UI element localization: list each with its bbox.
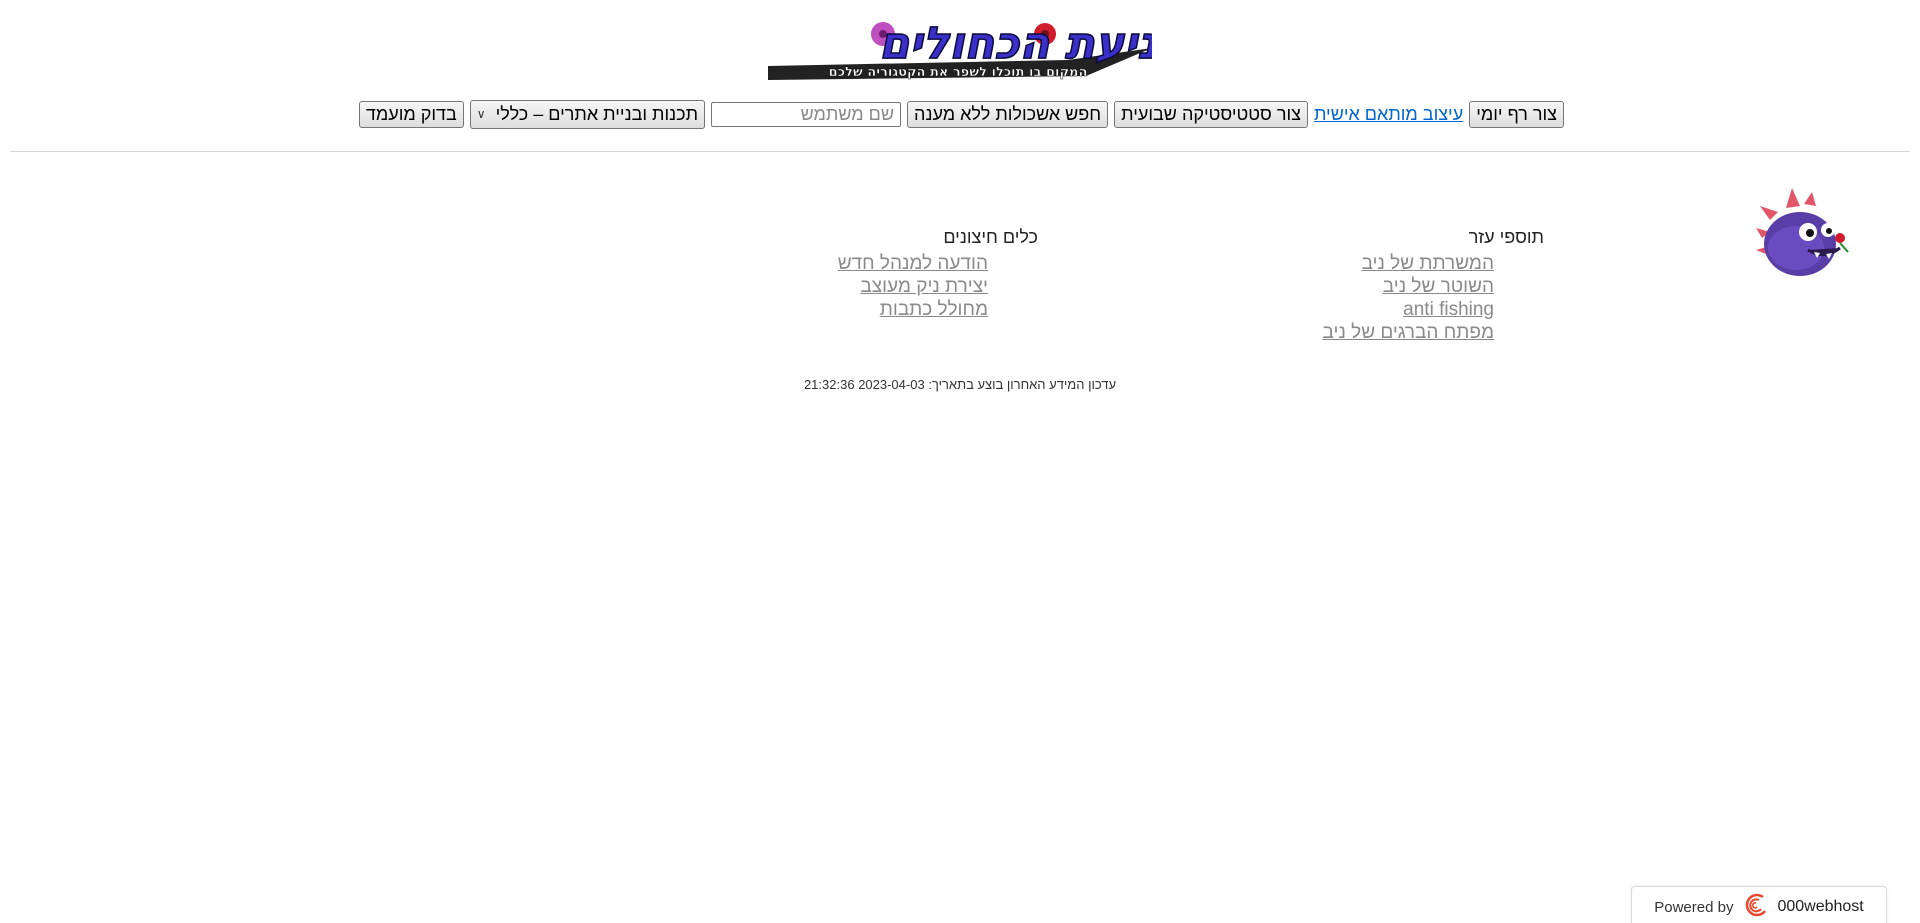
list-item: הודעה למנהל חדש — [780, 252, 988, 275]
tool-link-nick-creator[interactable]: יצירת ניק מעוצב — [860, 276, 988, 297]
last-update-text: עדכון המידע האחרון בוצע בתאריך: 2023-04-… — [700, 377, 1220, 392]
helper-link-servant[interactable]: המשרתת של ניב — [1362, 253, 1494, 274]
helper-link-wrench[interactable]: מפתח הברגים של ניב — [1323, 322, 1494, 343]
last-update-value: 2023-04-03 21:32:36 — [803, 377, 925, 392]
tool-link-article-generator[interactable]: מחולל כתבות — [880, 299, 988, 320]
powered-by-brand: 000webhost — [1777, 898, 1864, 915]
weekly-stats-button[interactable]: צור סטטיסטיקה שבועית — [1114, 100, 1308, 128]
tool-link-new-admin-message[interactable]: הודעה למנהל חדש — [838, 253, 988, 274]
header-divider — [10, 151, 1910, 152]
list-item: יצירת ניק מעוצב — [780, 275, 988, 298]
unanswered-polls-button[interactable]: חפש אשכולות ללא מענה — [907, 100, 1109, 128]
category-select[interactable]: תכנות ובניית אתרים – כללי ∨ — [469, 99, 706, 129]
logo-tagline: המקום בו תוכלו לשפר את הקטגוריה שלכם — [829, 65, 1088, 80]
external-tools-list: הודעה למנהל חדש יצירת ניק מעוצב מחולל כת… — [780, 252, 988, 321]
custom-design-link[interactable]: עיצוב מותאם אישית — [1314, 104, 1463, 125]
helper-link-anti-fishing[interactable]: anti fishing — [1403, 299, 1494, 320]
last-update-label: עדכון המידע האחרון בוצע בתאריך: — [928, 377, 1117, 392]
daily-graph-button[interactable]: צור רף יומי — [1469, 100, 1564, 128]
helpers-title: תוספי עזר — [1468, 227, 1544, 247]
logo-title: ניעת הכחולים — [879, 18, 1152, 69]
check-candidate-button[interactable]: בדוק מועמד — [358, 100, 464, 128]
list-item: מפתח הברגים של ניב — [1280, 321, 1494, 344]
purple-monster-icon — [1756, 188, 1852, 280]
webhost-swirl-icon — [1741, 893, 1769, 921]
list-item: anti fishing — [1280, 298, 1494, 321]
username-input[interactable] — [711, 101, 902, 127]
helpers-column: תוספי עזר המשרתת של ניב השוטר של ניב ant… — [1280, 224, 1544, 344]
helper-link-cop[interactable]: השוטר של ניב — [1383, 276, 1494, 297]
external-tools-column: כלים חיצונים הודעה למנהל חדש יצירת ניק מ… — [780, 224, 1038, 321]
category-select-value: תכנות ובניית אתרים – כללי — [495, 103, 699, 124]
list-item: המשרתת של ניב — [1280, 252, 1494, 275]
list-item: מחולל כתבות — [780, 298, 988, 321]
toolbar: צור רף יומי עיצוב מותאם אישית צור סטטיסט… — [357, 99, 1564, 129]
powered-by-badge[interactable]: Powered by 000webhost — [1631, 886, 1887, 923]
powered-by-label: Powered by — [1654, 898, 1734, 916]
external-tools-title: כלים חיצונים — [943, 227, 1038, 247]
chevron-down-icon: ∨ — [476, 107, 486, 121]
list-item: השוטר של ניב — [1280, 275, 1494, 298]
helpers-list: המשרתת של ניב השוטר של ניב anti fishing … — [1280, 252, 1494, 344]
site-logo[interactable]: ניעת הכחולים המקום בו תוכלו לשפר את הקטג… — [768, 18, 1152, 88]
